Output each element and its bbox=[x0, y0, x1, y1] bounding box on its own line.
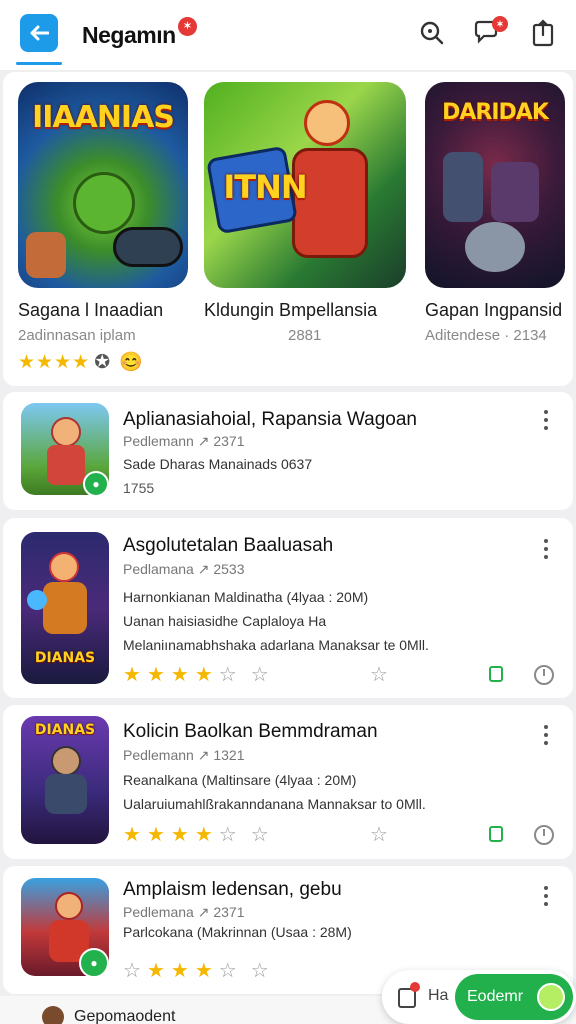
item-title: Amplaism ledensan, gebu bbox=[123, 879, 342, 900]
item-description: Parlcokana (Makrinnan (Usaa : 28M) bbox=[123, 924, 352, 940]
star-icon: ★ bbox=[170, 824, 189, 846]
star-outline-icon: ☆ bbox=[218, 824, 237, 846]
badge-icon: ✪ bbox=[94, 351, 111, 373]
game-name: Sagana l Inaadian bbox=[18, 300, 164, 320]
item-description: Sade Dharas Manainads 0637 bbox=[123, 456, 313, 472]
back-button[interactable] bbox=[20, 14, 58, 52]
installed-icon bbox=[489, 666, 503, 682]
game-subtitle: Aditendese · 2134 bbox=[425, 327, 547, 344]
power-icon[interactable] bbox=[534, 825, 554, 845]
app-screen: Negamın ✶ ✶ IIAANIAS Sagana l Inaadian 2… bbox=[0, 0, 576, 1024]
star-icon: ★ bbox=[170, 664, 189, 686]
item-description: Reanalkana (Maltinsare (4lyaa : 20M) bbox=[123, 772, 357, 788]
top-app-bar: Negamın ✶ ✶ bbox=[0, 0, 576, 70]
star-outline-icon: ☆ bbox=[250, 664, 269, 686]
star-icon: ★ bbox=[194, 824, 213, 846]
pill-label: Ha bbox=[428, 987, 449, 1004]
play-badge-icon: ● bbox=[79, 948, 109, 978]
star-rating: ★ ★ ★ ★ ☆ ☆ bbox=[123, 662, 269, 687]
more-options-icon[interactable] bbox=[543, 410, 549, 430]
star-icon: ★ bbox=[194, 960, 213, 982]
star-outline-icon: ☆ bbox=[250, 960, 269, 982]
more-options-icon[interactable] bbox=[543, 725, 549, 745]
primary-action-button[interactable]: Eodemr bbox=[455, 974, 573, 1020]
title-badge: ✶ bbox=[178, 17, 197, 36]
emoji-icon: 😊 bbox=[119, 352, 143, 373]
game-logo-text: DARIDAK bbox=[442, 100, 549, 125]
bottom-username: Gepomaodent bbox=[74, 1008, 176, 1024]
star-icon: ★ bbox=[146, 960, 165, 982]
item-description: Harnonkianan Maldinatha (4lyaa : 20M) bbox=[123, 589, 369, 605]
item-meta: Pedlemana ↗ 2371 bbox=[123, 904, 245, 920]
share-icon bbox=[532, 19, 554, 47]
star-icon: ★ bbox=[54, 351, 72, 373]
item-count: 1755 bbox=[123, 480, 155, 496]
active-tab-indicator bbox=[16, 62, 62, 65]
notifications-button[interactable]: ✶ bbox=[472, 16, 508, 48]
primary-action-label: Eodemr bbox=[467, 988, 524, 1005]
game-artwork: ITNN bbox=[204, 82, 406, 288]
camera-icon bbox=[537, 983, 565, 1011]
page-title: Negamın bbox=[82, 22, 176, 48]
game-subtitle: 2adinnasan iplam bbox=[18, 327, 136, 344]
game-logo-text: ITNN bbox=[223, 168, 307, 206]
item-meta: Pedlemann ↗ 2371 bbox=[123, 433, 245, 449]
list-item[interactable]: DIANAS Asgolutetalan Baaluasah Pedlamana… bbox=[3, 518, 573, 698]
star-outline-icon: ☆ bbox=[218, 960, 237, 982]
search-icon bbox=[420, 21, 444, 45]
item-title: Aplianasiahoial, Rapansia Wagoan bbox=[123, 409, 417, 430]
star-outline-icon: ☆ bbox=[218, 664, 237, 686]
game-subtitle: 2881 bbox=[288, 327, 322, 344]
game-name: Gapan Ingpansid bbox=[425, 300, 563, 320]
item-title: Asgolutetalan Baaluasah bbox=[123, 535, 334, 556]
arrow-left-icon bbox=[30, 25, 49, 41]
share-button[interactable] bbox=[528, 18, 558, 48]
search-button[interactable] bbox=[417, 18, 447, 48]
item-description: Melaniınamabhshaka adarlana Manaksar te … bbox=[123, 637, 429, 653]
play-badge-icon: ● bbox=[83, 471, 109, 497]
star-icon: ★ bbox=[72, 351, 90, 373]
more-options-icon[interactable] bbox=[543, 886, 549, 906]
list-item[interactable]: ● Aplianasiahoial, Rapansia Wagoan Pedle… bbox=[3, 392, 573, 510]
star-icon: ★ bbox=[18, 351, 36, 373]
star-outline-icon: ☆ bbox=[250, 824, 269, 846]
game-artwork: IIAANIAS bbox=[18, 82, 188, 288]
game-logo-text: IIAANIAS bbox=[32, 100, 175, 135]
thumbnail-logo-text: DIANAS bbox=[34, 722, 96, 738]
notification-badge: ✶ bbox=[492, 16, 508, 32]
game-thumbnail: DIANAS bbox=[21, 716, 109, 844]
star-icon: ★ bbox=[170, 960, 189, 982]
avatar[interactable] bbox=[42, 1006, 64, 1024]
list-item[interactable]: DIANAS Kolicin Baolkan Bemmdraman Pedlem… bbox=[3, 705, 573, 859]
thumbnail-logo-text: DIANAS bbox=[34, 650, 96, 666]
item-title: Kolicin Baolkan Bemmdraman bbox=[123, 721, 378, 742]
item-meta: Pedlemann ↗ 1321 bbox=[123, 747, 245, 763]
star-icon: ★ bbox=[194, 664, 213, 686]
featured-carousel: IIAANIAS Sagana l Inaadian 2adinnasan ip… bbox=[3, 72, 573, 386]
item-description: Ualaruiumahlßrakanndanana Mannaksar to 0… bbox=[123, 796, 426, 812]
game-artwork: DARIDAK bbox=[425, 82, 565, 288]
item-meta: Pedlamana ↗ 2533 bbox=[123, 561, 245, 577]
star-icon: ★ bbox=[146, 824, 165, 846]
featured-game-card[interactable]: IIAANIAS Sagana l Inaadian 2adinnasan ip… bbox=[18, 82, 188, 374]
installed-icon bbox=[489, 826, 503, 842]
featured-game-card[interactable]: DARIDAK Gapan Ingpansid Aditendese · 213… bbox=[425, 82, 565, 344]
game-thumbnail: DIANAS bbox=[21, 532, 109, 684]
star-outline-icon: ☆ bbox=[123, 960, 141, 982]
star-icon: ★ bbox=[123, 664, 141, 686]
star-icon: ★ bbox=[146, 664, 165, 686]
star-rating: ☆ ★ ★ ★ ☆ ☆ bbox=[123, 958, 269, 983]
star-icon: ★ bbox=[123, 824, 141, 846]
more-options-icon[interactable] bbox=[543, 539, 549, 559]
item-description: Uanan haisiasidhe Caplaloya Ha bbox=[123, 613, 327, 629]
game-rating: ★ ★ ★ ★ ✪ 😊 bbox=[18, 350, 188, 374]
game-name: Kldungin Bmpellansia bbox=[204, 300, 378, 320]
power-icon[interactable] bbox=[534, 665, 554, 685]
favorite-star-icon[interactable]: ☆ bbox=[370, 662, 388, 687]
star-icon: ★ bbox=[36, 351, 54, 373]
notification-dot bbox=[410, 982, 420, 992]
star-rating: ★ ★ ★ ★ ☆ ☆ bbox=[123, 822, 269, 847]
favorite-star-icon[interactable]: ☆ bbox=[370, 822, 388, 847]
featured-game-card[interactable]: ITNN Kldungin Bmpellansia 2881 bbox=[204, 82, 406, 344]
